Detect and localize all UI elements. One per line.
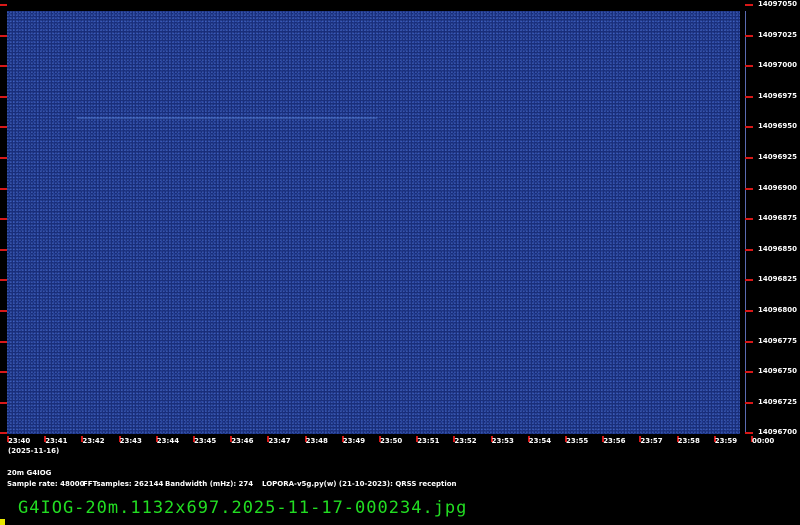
time-label: 23:59 <box>714 437 738 445</box>
signal-trace <box>77 117 377 119</box>
bandwidth-label: Bandwidth (mHz): 274 <box>165 480 254 488</box>
frequency-label: 14096725 <box>758 397 797 406</box>
left-frequency-tick <box>0 65 7 68</box>
time-label: 23:58 <box>677 437 700 445</box>
frequency-tick <box>745 340 753 343</box>
time-label: 23:41 <box>45 437 68 445</box>
frequency-tick <box>745 218 753 221</box>
time-label: 23:56 <box>603 437 626 445</box>
time-label: 23:55 <box>566 437 589 445</box>
frequency-label: 14096875 <box>758 214 797 223</box>
sample-rate-label: Sample rate: 48000 <box>7 480 85 488</box>
spectrogram-waterfall <box>7 11 740 434</box>
left-frequency-tick <box>0 95 7 98</box>
time-label: 23:42 <box>82 437 105 445</box>
time-label: 23:44 <box>156 437 180 445</box>
time-label: 23:53 <box>491 437 514 445</box>
frequency-tick <box>745 248 753 251</box>
left-frequency-tick <box>0 432 7 435</box>
left-frequency-tick <box>0 279 7 282</box>
left-frequency-tick <box>0 248 7 251</box>
date-label: (2025-11-16) <box>8 447 60 455</box>
left-frequency-tick <box>0 401 7 404</box>
frequency-tick <box>745 401 753 404</box>
frequency-tick <box>745 34 753 37</box>
left-frequency-tick <box>0 371 7 374</box>
time-label: 23:48 <box>305 437 328 445</box>
program-label: LOPORA-v5g.py(w) (21-10-2023): QRSS rece… <box>262 480 457 488</box>
frequency-label: 14096825 <box>758 275 797 284</box>
frequency-tick <box>745 310 753 312</box>
left-frequency-tick <box>0 34 7 37</box>
frequency-label: 14096950 <box>758 122 797 131</box>
frequency-tick <box>745 432 753 435</box>
time-label: 23:49 <box>342 437 366 445</box>
time-label: 23:46 <box>231 437 254 445</box>
time-label: 23:45 <box>194 437 217 445</box>
frequency-tick <box>745 157 753 159</box>
time-label: 23:40 <box>8 437 31 445</box>
frequency-label: 14096800 <box>758 306 797 314</box>
time-label: 23:51 <box>417 437 440 445</box>
frequency-label: 14096750 <box>758 367 797 376</box>
frequency-label: 14096975 <box>758 91 797 100</box>
left-frequency-tick <box>0 218 7 221</box>
frequency-tick <box>745 279 753 282</box>
frequency-tick <box>745 187 753 190</box>
frequency-label: 14097025 <box>758 30 797 39</box>
left-frequency-tick <box>0 187 7 190</box>
time-label: 23:57 <box>640 437 663 445</box>
frequency-label: 14096700 <box>758 428 797 437</box>
cursor-marker <box>0 519 5 525</box>
frequency-label: 14097050 <box>758 0 797 8</box>
time-label: 00:00 <box>752 437 775 445</box>
frequency-tick <box>745 4 753 6</box>
frequency-label: 14097000 <box>758 61 797 70</box>
time-label: 23:47 <box>268 437 291 445</box>
left-frequency-tick <box>0 126 7 129</box>
left-frequency-tick <box>0 157 7 159</box>
frequency-label: 14096850 <box>758 244 797 253</box>
image-filename: G4IOG-20m.1132x697.2025-11-17-000234.jpg <box>18 498 468 518</box>
frequency-tick <box>745 371 753 374</box>
left-frequency-tick <box>0 340 7 343</box>
time-label: 23:43 <box>119 437 142 445</box>
frequency-tick <box>745 65 753 68</box>
time-label: 23:52 <box>454 437 477 445</box>
time-label: 23:50 <box>380 437 403 445</box>
fft-samples-label: FFTsamples: 262144 <box>83 480 164 488</box>
left-frequency-tick <box>0 310 7 312</box>
frequency-label: 14096900 <box>758 183 797 192</box>
frequency-label: 14096775 <box>758 336 797 345</box>
frequency-tick <box>745 95 753 98</box>
time-label: 23:54 <box>528 437 552 445</box>
frequency-tick <box>745 126 753 129</box>
band-call-label: 20m G4IOG <box>7 469 52 477</box>
left-frequency-tick <box>0 4 7 6</box>
frequency-label: 14096925 <box>758 153 797 161</box>
